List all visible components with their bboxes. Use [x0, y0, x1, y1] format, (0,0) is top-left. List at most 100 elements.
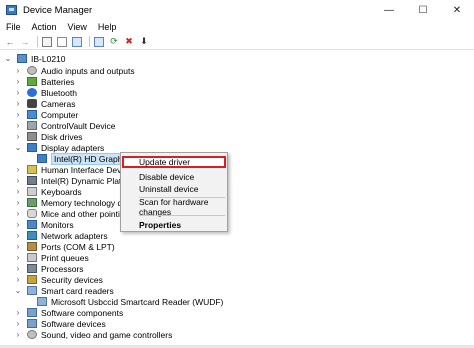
computer-icon: [27, 110, 37, 119]
expand-chevron-icon[interactable]: ›: [14, 308, 22, 318]
update-driver-toolbar-button[interactable]: ⟳: [108, 36, 120, 48]
back-button[interactable]: ←: [4, 36, 16, 48]
expand-chevron-icon[interactable]: ›: [14, 165, 22, 175]
processor-icon: [27, 264, 37, 273]
tree-item-security-devices[interactable]: › Security devices: [14, 274, 103, 285]
tree-item-usbccid-reader[interactable]: Microsoft Usbccid Smartcard Reader (WUDF…: [37, 296, 223, 307]
expand-chevron-icon[interactable]: ›: [14, 176, 22, 186]
security-key-icon: [27, 275, 37, 284]
tree-item-batteries[interactable]: › Batteries: [14, 76, 75, 87]
tree-item-keyboards[interactable]: › Keyboards: [14, 186, 82, 197]
expand-chevron-icon[interactable]: ›: [14, 77, 22, 87]
tree-item-label: Software devices: [41, 318, 106, 329]
menu-file[interactable]: File: [6, 22, 21, 32]
expand-chevron-icon[interactable]: ›: [14, 242, 22, 252]
context-menu-disable-device[interactable]: Disable device: [122, 171, 226, 183]
tree-item-audio[interactable]: › Audio inputs and outputs: [14, 65, 135, 76]
expand-chevron-icon[interactable]: ›: [14, 121, 22, 131]
collapse-chevron-icon[interactable]: ⌄: [14, 286, 22, 296]
menu-help[interactable]: Help: [98, 22, 117, 32]
expand-chevron-icon[interactable]: ›: [14, 264, 22, 274]
menu-view[interactable]: View: [68, 22, 87, 32]
menu-bar: File Action View Help: [0, 20, 474, 34]
minimize-button[interactable]: —: [372, 0, 406, 20]
device-tree: ⌄ IB-L0210 › Audio inputs and outputs › …: [0, 51, 474, 348]
display-adapter-icon: [37, 154, 47, 163]
collapse-chevron-icon[interactable]: ⌄: [14, 143, 22, 153]
software-component-icon: [27, 308, 37, 317]
context-menu-uninstall-device[interactable]: Uninstall device: [122, 183, 226, 195]
tree-item-label: Cameras: [41, 98, 76, 109]
tree-root[interactable]: ⌄ IB-L0210: [4, 53, 66, 64]
smart-card-icon: [27, 286, 37, 295]
expand-chevron-icon[interactable]: ›: [14, 220, 22, 230]
view-toolbar-button[interactable]: [93, 36, 105, 48]
download-toolbar-button[interactable]: ⬇: [138, 36, 150, 48]
forward-button[interactable]: →: [19, 36, 31, 48]
tree-item-label: Security devices: [41, 274, 103, 285]
controlvault-icon: [27, 121, 37, 130]
tree-item-sound-video[interactable]: › Sound, video and game controllers: [14, 329, 173, 340]
tree-item-network-adapters[interactable]: › Network adapters: [14, 230, 108, 241]
expand-chevron-icon[interactable]: ›: [14, 99, 22, 109]
toolbar: ← → ⟳ ✖ ⬇: [0, 34, 474, 50]
menu-action[interactable]: Action: [32, 22, 57, 32]
tree-item-disk-drives[interactable]: › Disk drives: [14, 131, 83, 142]
context-menu-update-driver[interactable]: Update driver: [122, 156, 226, 168]
expand-chevron-icon[interactable]: ›: [14, 66, 22, 76]
tree-item-label: Display adapters: [41, 142, 105, 153]
expand-chevron-icon[interactable]: ›: [14, 198, 22, 208]
expand-chevron-icon[interactable]: ›: [14, 110, 22, 120]
expand-chevron-icon[interactable]: ›: [14, 319, 22, 329]
tree-item-computer[interactable]: › Computer: [14, 109, 79, 120]
expand-chevron-icon[interactable]: ›: [14, 330, 22, 340]
tree-item-label: Disk drives: [41, 131, 83, 142]
tree-item-label: Computer: [41, 109, 79, 120]
collapse-chevron-icon[interactable]: ⌄: [4, 54, 12, 64]
monitor-icon: [27, 220, 37, 229]
show-hide-console-tree-button[interactable]: [41, 36, 53, 48]
device-manager-window: Device Manager — ☐ ✕ File Action View He…: [0, 0, 474, 348]
context-menu-scan[interactable]: Scan for hardware changes: [122, 197, 226, 217]
tree-item-label: Bluetooth: [41, 87, 77, 98]
tree-item-controlvault[interactable]: › ControlVault Device: [14, 120, 116, 131]
tree-item-label: Ports (COM & LPT): [41, 241, 115, 252]
tree-item-processors[interactable]: › Processors: [14, 263, 84, 274]
expand-chevron-icon[interactable]: ›: [14, 253, 22, 263]
software-device-icon: [27, 319, 37, 328]
battery-icon: [27, 77, 37, 86]
tree-item-software-components[interactable]: › Software components: [14, 307, 124, 318]
expand-chevron-icon[interactable]: ›: [14, 88, 22, 98]
expand-chevron-icon[interactable]: ›: [14, 231, 22, 241]
tree-item-label: Batteries: [41, 76, 75, 87]
close-button[interactable]: ✕: [440, 0, 474, 20]
computer-icon: [17, 54, 27, 63]
device-manager-app-icon: [6, 5, 17, 15]
tree-item-label: Processors: [41, 263, 84, 274]
smart-card-reader-icon: [37, 297, 47, 306]
properties-icon: [57, 36, 67, 47]
expand-chevron-icon[interactable]: ›: [14, 187, 22, 197]
properties-toolbar-button[interactable]: [56, 36, 68, 48]
mouse-icon: [27, 209, 37, 218]
tree-item-label: Sound, video and game controllers: [41, 329, 173, 340]
hid-icon: [27, 165, 37, 174]
tree-item-software-devices[interactable]: › Software devices: [14, 318, 106, 329]
tree-item-smart-card-readers[interactable]: ⌄ Smart card readers: [14, 285, 114, 296]
context-menu-properties[interactable]: Properties: [122, 219, 226, 231]
tree-item-hid[interactable]: › Human Interface Devices: [14, 164, 137, 175]
port-icon: [27, 242, 37, 251]
maximize-button[interactable]: ☐: [406, 0, 440, 20]
tree-item-print-queues[interactable]: › Print queues: [14, 252, 89, 263]
expand-chevron-icon[interactable]: ›: [14, 209, 22, 219]
expand-chevron-icon[interactable]: ›: [14, 275, 22, 285]
expand-chevron-icon[interactable]: ›: [14, 132, 22, 142]
tree-item-cameras[interactable]: › Cameras: [14, 98, 76, 109]
memory-icon: [27, 198, 37, 207]
tree-item-ports[interactable]: › Ports (COM & LPT): [14, 241, 115, 252]
tree-item-monitors[interactable]: › Monitors: [14, 219, 74, 230]
tree-item-display-adapters[interactable]: ⌄ Display adapters: [14, 142, 105, 153]
tree-item-bluetooth[interactable]: › Bluetooth: [14, 87, 77, 98]
help-toolbar-button[interactable]: [71, 36, 83, 48]
uninstall-toolbar-button[interactable]: ✖: [123, 36, 135, 48]
